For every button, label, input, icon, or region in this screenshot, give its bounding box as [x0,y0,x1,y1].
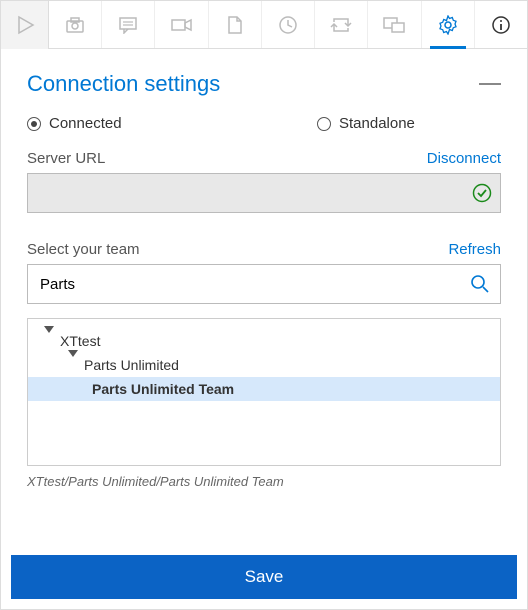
comment-icon [118,16,138,34]
radio-standalone-label: Standalone [339,115,415,132]
radio-dot-icon [317,117,331,131]
tab-comment[interactable] [102,1,155,48]
tree-node-label: XTtest [60,333,100,349]
toolbar-tabs [49,1,527,48]
disconnect-link[interactable]: Disconnect [427,150,501,167]
section-title: Connection settings [27,71,220,97]
team-tree: XTtest Parts Unlimited Parts Unlimited T… [27,318,501,466]
gear-icon [438,15,458,35]
team-label: Select your team [27,241,140,258]
refresh-link[interactable]: Refresh [448,241,501,258]
check-circle-icon [472,183,492,203]
radio-connected-label: Connected [49,115,122,132]
team-search-box[interactable] [27,264,501,304]
tree-node-team[interactable]: Parts Unlimited Team [28,377,500,401]
top-toolbar [1,1,527,49]
save-button[interactable]: Save [11,555,517,599]
tab-camera[interactable] [49,1,102,48]
play-button[interactable] [1,1,49,49]
team-header: Select your team Refresh [27,241,501,258]
tab-video[interactable] [155,1,208,48]
tree-node-root[interactable]: XTtest [28,329,500,353]
mode-radio-group: Connected Standalone [27,115,501,132]
repeat-icon [330,16,352,34]
file-icon [227,15,243,35]
server-url-label: Server URL [27,150,105,167]
camera-icon [65,16,85,34]
server-url-field[interactable] [27,173,501,213]
section-header: Connection settings [27,71,501,97]
screens-icon [383,16,405,34]
settings-panel: Connection settings Connected Standalone… [1,49,527,489]
save-button-label: Save [245,567,284,587]
tab-clock[interactable] [262,1,315,48]
tab-repeat[interactable] [315,1,368,48]
play-icon [15,15,35,35]
collapse-toggle[interactable] [479,83,501,85]
chevron-down-icon [44,326,54,349]
tree-node-label: Parts Unlimited [84,357,179,373]
server-url-header: Server URL Disconnect [27,150,501,167]
team-search-input[interactable] [38,275,470,294]
radio-connected[interactable]: Connected [27,115,317,132]
tab-info[interactable] [475,1,527,48]
info-icon [491,15,511,35]
tab-screens[interactable] [368,1,421,48]
tree-node-project[interactable]: Parts Unlimited [28,353,500,377]
radio-standalone[interactable]: Standalone [317,115,415,132]
chevron-down-icon [68,350,78,373]
clock-icon [278,15,298,35]
tab-file[interactable] [209,1,262,48]
radio-dot-icon [27,117,41,131]
tree-node-label: Parts Unlimited Team [92,381,234,397]
team-path-breadcrumb: XTtest/Parts Unlimited/Parts Unlimited T… [27,474,501,489]
tab-settings[interactable] [422,1,475,48]
search-icon[interactable] [470,274,490,294]
video-icon [171,17,193,33]
